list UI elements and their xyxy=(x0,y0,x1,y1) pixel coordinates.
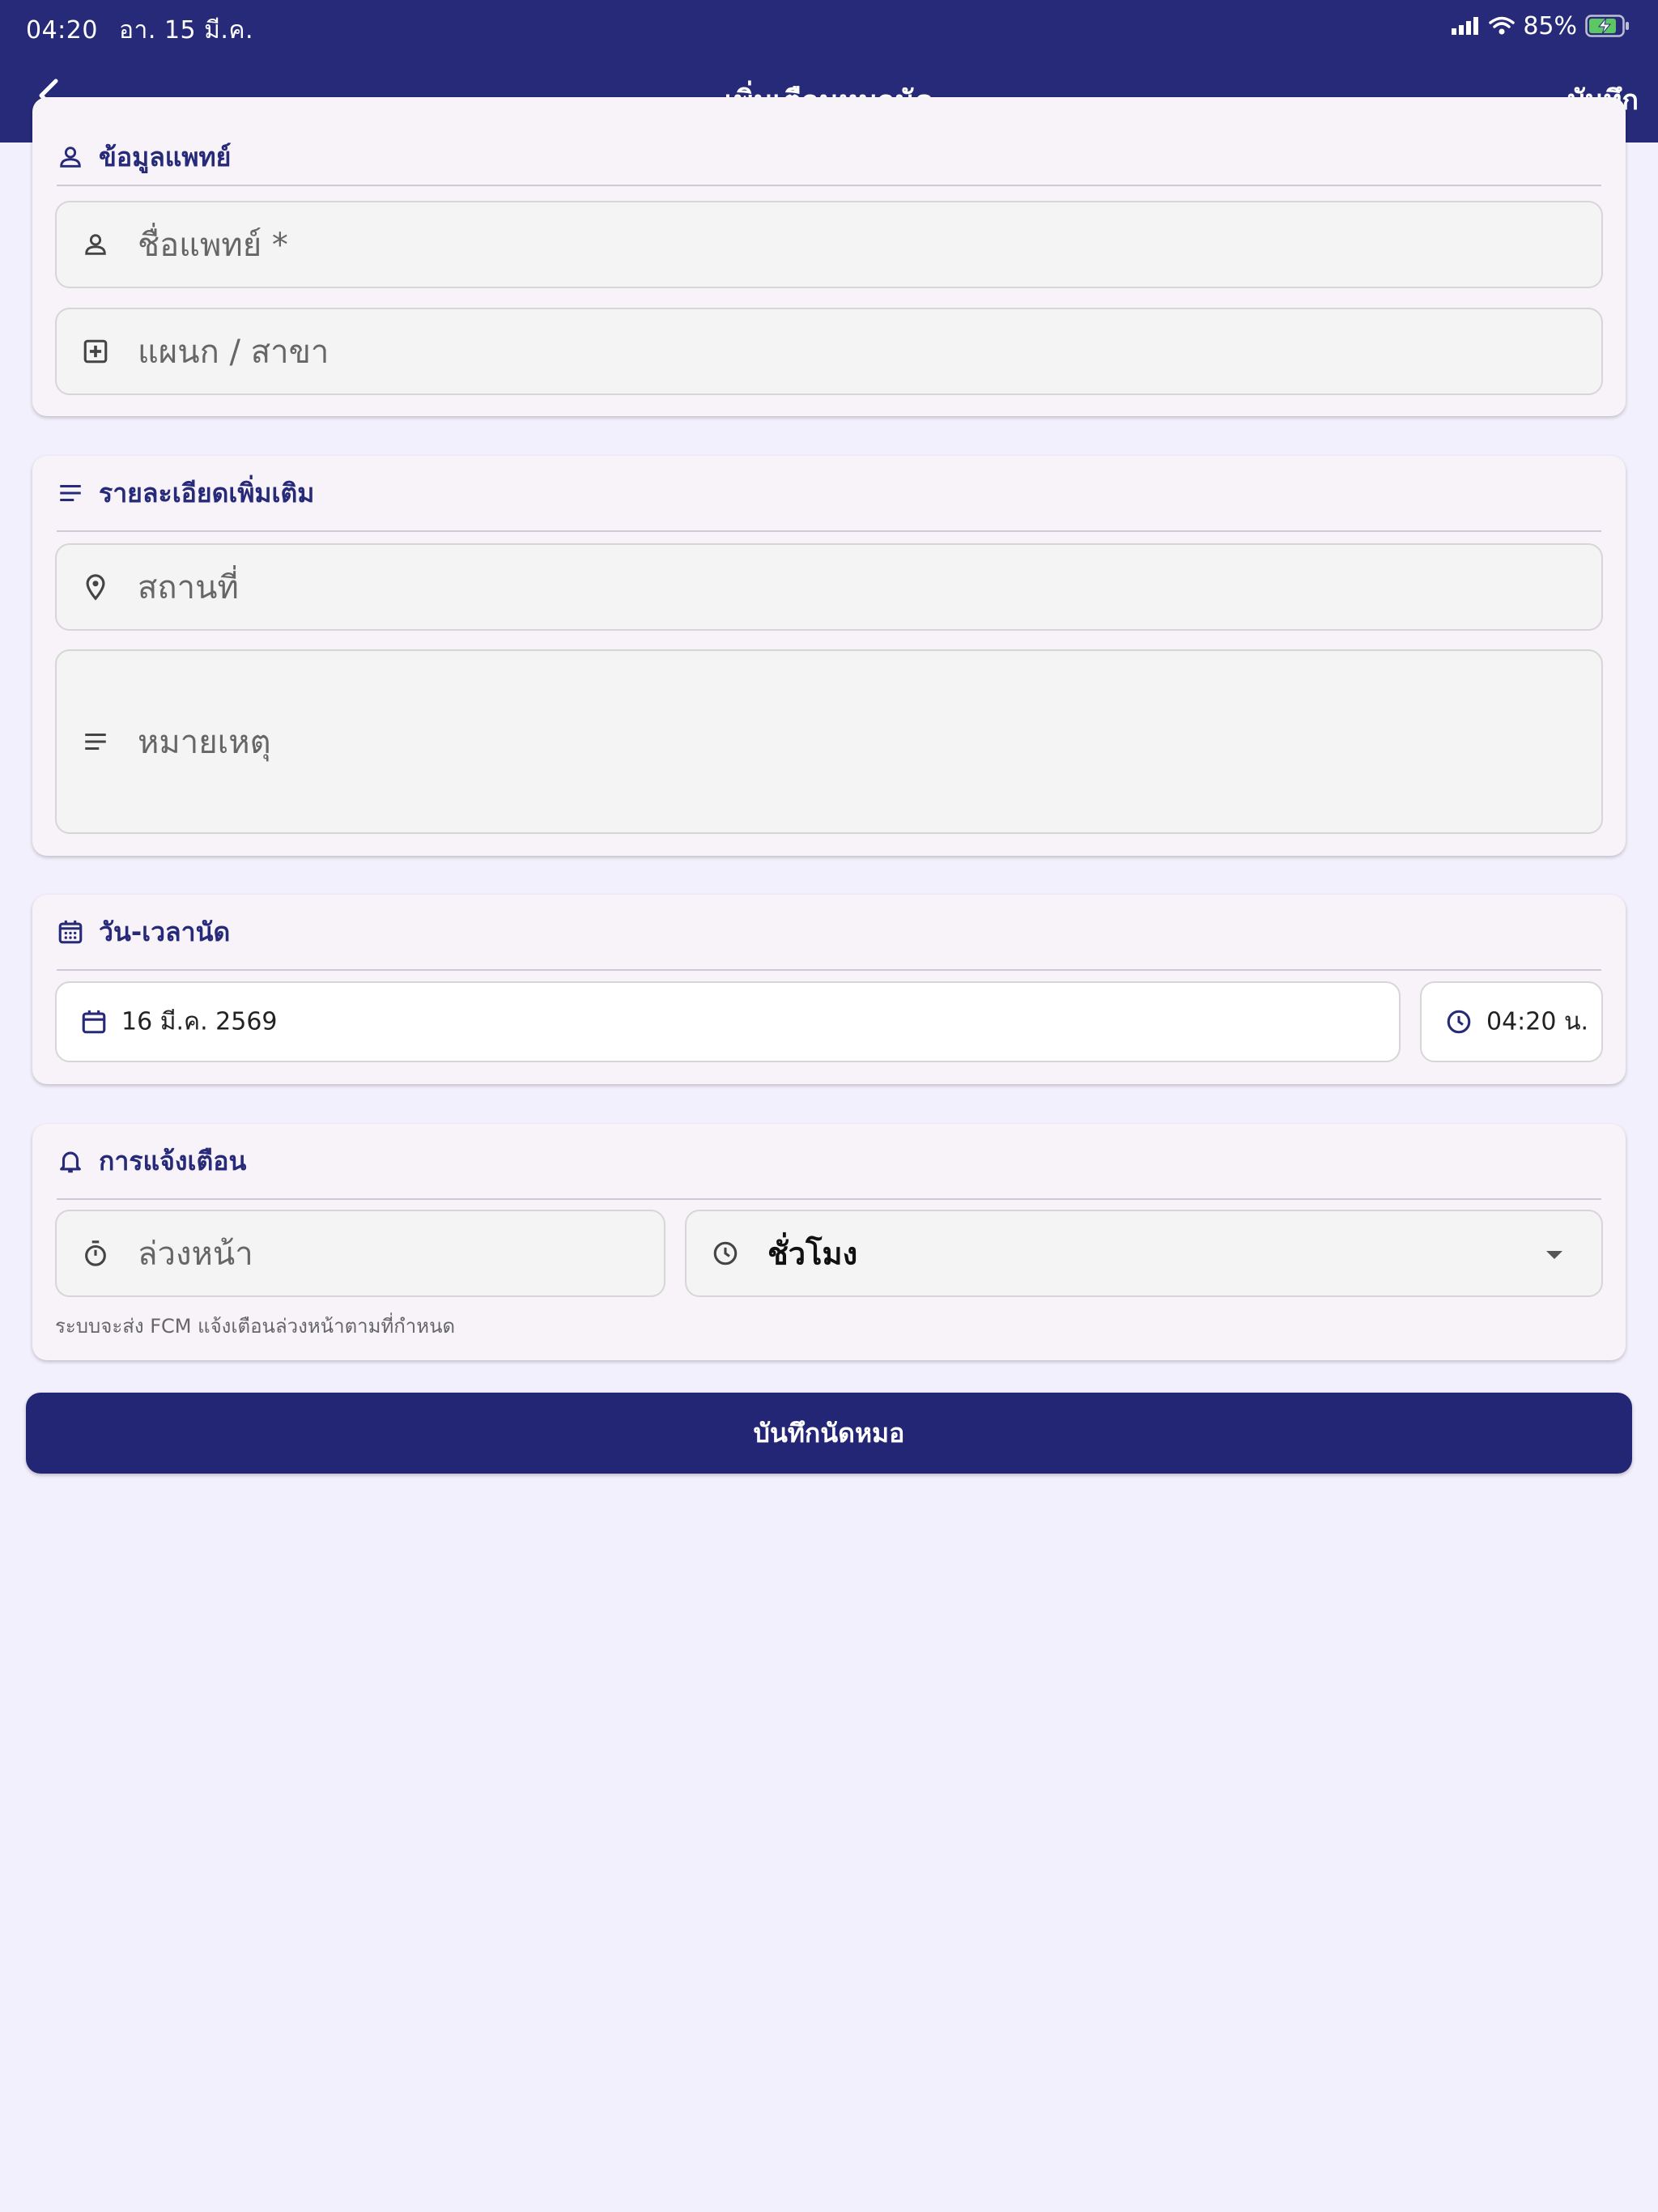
note-field[interactable]: หมายเหตุ xyxy=(55,649,1603,834)
doctor-name-field[interactable]: ชื่อแพทย์ * xyxy=(55,201,1603,288)
location-pin-icon xyxy=(86,574,105,601)
doctor-section-header: ข้อมูลแพทย์ xyxy=(57,130,1601,186)
notes-icon xyxy=(60,484,81,502)
doctor-info-card: ข้อมูลแพทย์ ชื่อแพทย์ * แผนก / สาขา xyxy=(32,97,1626,416)
datetime-section-header: วัน-เวลานัด xyxy=(57,895,1601,971)
clock-icon xyxy=(1447,1010,1471,1034)
location-placeholder: สถานที่ xyxy=(138,569,239,606)
cellular-signal-icon xyxy=(1452,17,1479,35)
datetime-card: วัน-เวลานัด 16 มี.ค. 2569 04:20 น. xyxy=(32,895,1626,1084)
notes-icon xyxy=(85,733,106,751)
time-value: 04:20 น. xyxy=(1486,1007,1589,1036)
calendar-icon xyxy=(82,1010,106,1034)
advance-field[interactable]: ล่วงหน้า xyxy=(55,1210,665,1297)
dropdown-arrow-icon xyxy=(1546,1251,1562,1259)
status-time: 04:20 xyxy=(26,16,98,45)
details-card: รายละเอียดเพิ่มเติม สถานที่ หมายเหตุ xyxy=(32,456,1626,856)
save-appointment-button[interactable]: บันทึกนัดหมอ xyxy=(26,1393,1632,1474)
unit-dropdown[interactable]: ชั่วโมง xyxy=(685,1210,1603,1297)
status-bar: 04:20 อา. 15 มี.ค. 85% xyxy=(0,0,1658,50)
note-placeholder: หมายเหตุ xyxy=(138,724,271,761)
department-placeholder: แผนก / สาขา xyxy=(138,334,329,371)
person-icon xyxy=(85,234,106,255)
calendar-month-icon xyxy=(58,920,83,944)
doctor-name-placeholder: ชื่อแพทย์ * xyxy=(138,227,288,264)
details-section-header: รายละเอียดเพิ่มเติม xyxy=(57,456,1601,532)
reminder-section-title: การแจ้งเตือน xyxy=(99,1145,247,1176)
reminder-helper-text: ระบบจะส่ง FCM แจ้งเตือนล่วงหน้าตามที่กำห… xyxy=(55,1315,456,1338)
wifi-icon xyxy=(1489,16,1516,35)
status-date: อา. 15 มี.ค. xyxy=(119,16,254,45)
date-value: 16 มี.ค. 2569 xyxy=(121,1007,278,1036)
bell-icon xyxy=(60,1151,81,1173)
medical-plus-icon xyxy=(83,339,108,364)
battery-charging-icon xyxy=(1585,15,1629,37)
datetime-section-title: วัน-เวลานัด xyxy=(99,916,231,947)
time-picker[interactable]: 04:20 น. xyxy=(1420,981,1603,1062)
doctor-section-title: ข้อมูลแพทย์ xyxy=(99,141,232,172)
department-field[interactable]: แผนก / สาขา xyxy=(55,308,1603,395)
unit-value: ชั่วโมง xyxy=(767,1236,858,1272)
timer-icon xyxy=(85,1240,106,1266)
location-field[interactable]: สถานที่ xyxy=(55,543,1603,631)
battery-percent: 85% xyxy=(1523,11,1577,40)
details-section-title: รายละเอียดเพิ่มเติม xyxy=(99,477,315,508)
reminder-card: การแจ้งเตือน ล่วงหน้า ชั่วโมง ระบบจะส่ง … xyxy=(32,1124,1626,1360)
clock-icon xyxy=(713,1241,738,1266)
person-icon xyxy=(60,147,81,168)
reminder-section-header: การแจ้งเตือน xyxy=(57,1124,1601,1200)
advance-placeholder: ล่วงหน้า xyxy=(138,1236,253,1273)
date-picker[interactable]: 16 มี.ค. 2569 xyxy=(55,981,1401,1062)
